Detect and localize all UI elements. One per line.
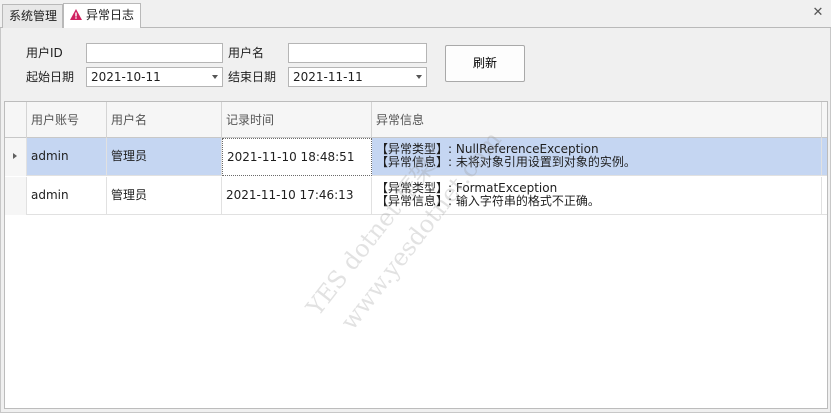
table-row[interactable]: admin 管理员 2021-11-10 18:48:51 【异常类型】: Nu… [5, 138, 827, 176]
tab-label: 异常日志 [86, 8, 135, 22]
cell-account[interactable]: admin [27, 177, 107, 215]
exception-message: 【异常信息】: 输入字符串的格式不正确。 [376, 194, 600, 208]
column-header-time[interactable]: 记录时间 [222, 102, 372, 138]
start-date-label: 起始日期 [26, 70, 75, 84]
start-date-value: 2021-10-11 [91, 70, 161, 84]
user-id-input[interactable] [86, 43, 223, 63]
cell-username[interactable]: 管理员 [107, 177, 222, 215]
grid-header: 用户账号 用户名 记录时间 异常信息 [5, 102, 827, 138]
cell-info[interactable]: 【异常类型】: FormatException 【异常信息】: 输入字符串的格式… [372, 177, 822, 215]
column-header-info[interactable]: 异常信息 [372, 102, 822, 138]
chevron-down-icon[interactable] [212, 75, 218, 79]
start-date-picker[interactable]: 2021-10-11 [86, 67, 223, 87]
tab-exception-log[interactable]: 异常日志 [63, 3, 141, 28]
close-icon[interactable]: ✕ [811, 6, 825, 20]
refresh-button[interactable]: 刷新 [445, 45, 525, 82]
end-date-picker[interactable]: 2021-11-11 [288, 67, 427, 87]
user-id-label: 用户ID [26, 46, 63, 60]
tab-system-management[interactable]: 系统管理 [2, 4, 63, 28]
exception-message: 【异常信息】: 未将对象引用设置到对象的实例。 [376, 155, 636, 169]
row-indicator-header [5, 102, 27, 138]
end-date-value: 2021-11-11 [293, 70, 363, 84]
exception-grid[interactable]: 用户账号 用户名 记录时间 异常信息 admin 管理员 2021-11-10 … [4, 101, 828, 409]
exception-log-panel: 用户ID 用户名 起始日期 2021-10-11 结束日期 2021-11-11… [0, 28, 831, 413]
tab-label: 系统管理 [9, 9, 58, 23]
tab-bar: 系统管理 异常日志 ✕ [0, 0, 831, 28]
cell-info[interactable]: 【异常类型】: NullReferenceException 【异常信息】: 未… [372, 138, 822, 176]
warning-icon [70, 5, 82, 27]
cell-time[interactable]: 2021-11-10 18:48:51 [222, 138, 372, 176]
chevron-down-icon[interactable] [416, 75, 422, 79]
table-row[interactable]: admin 管理员 2021-11-10 17:46:13 【异常类型】: Fo… [5, 177, 827, 215]
user-name-input[interactable] [288, 43, 427, 63]
cell-time[interactable]: 2021-11-10 17:46:13 [222, 177, 372, 215]
user-name-label: 用户名 [228, 46, 265, 60]
row-indicator [5, 177, 27, 215]
row-indicator [5, 138, 27, 176]
cell-account[interactable]: admin [27, 138, 107, 176]
end-date-label: 结束日期 [228, 70, 277, 84]
column-header-username[interactable]: 用户名 [107, 102, 222, 138]
cell-username[interactable]: 管理员 [107, 138, 222, 176]
current-row-arrow-icon [13, 153, 17, 159]
column-header-account[interactable]: 用户账号 [27, 102, 107, 138]
